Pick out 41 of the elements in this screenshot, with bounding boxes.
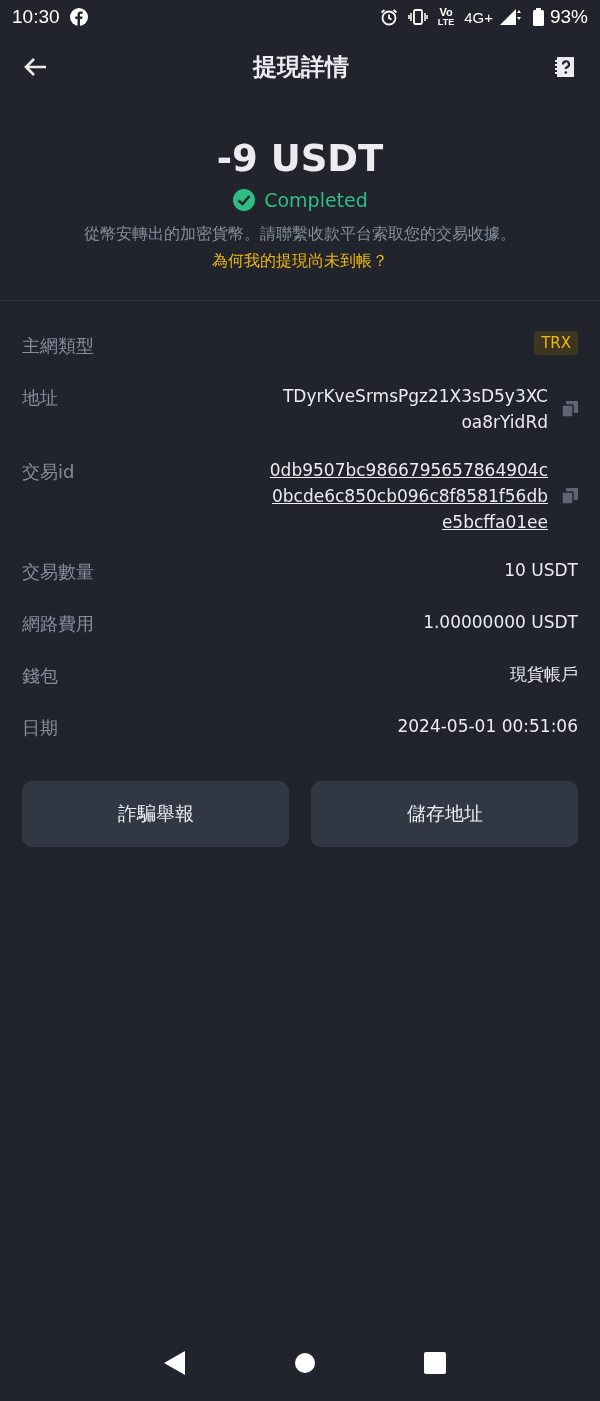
detail-label: 地址 xyxy=(22,386,58,410)
home-icon[interactable] xyxy=(294,1352,316,1374)
network-tag: TRX xyxy=(534,331,578,355)
signal-icon xyxy=(498,8,523,26)
help-link[interactable]: 為何我的提現尚未到帳？ xyxy=(212,251,388,272)
battery-percent: 93% xyxy=(549,6,588,28)
help-document-icon[interactable] xyxy=(554,56,576,78)
detail-label: 主網類型 xyxy=(22,334,94,358)
page-title: 提現詳情 xyxy=(253,52,349,83)
alarm-icon xyxy=(379,8,398,26)
detail-value: TDyrKveSrmsPgz21X3sD5y3XC xyxy=(282,385,548,408)
back-arrow-icon[interactable] xyxy=(24,57,48,77)
action-button[interactable]: 儲存地址 xyxy=(311,781,578,847)
detail-value: 2024-05-01 00:51:06 xyxy=(397,715,578,738)
withdrawal-amount: -9 USDT xyxy=(216,136,384,182)
detail-label: 日期 xyxy=(22,716,58,740)
copy-icon[interactable] xyxy=(562,401,578,417)
description-text: 從幣安轉出的加密貨幣。請聯繫收款平台索取您的交易收據。 xyxy=(84,224,516,245)
detail-value: 10 USDT xyxy=(504,559,578,582)
action-button[interactable]: 詐騙舉報 xyxy=(22,781,289,847)
transaction-link[interactable]: e5bcffa01ee xyxy=(441,509,548,535)
detail-label: 錢包 xyxy=(22,664,58,688)
detail-label: 交易數量 xyxy=(22,560,94,584)
transaction-link[interactable]: 0db9507bc9866795657864904c xyxy=(269,457,548,483)
detail-value: 現貨帳戶 xyxy=(510,663,578,686)
transaction-link[interactable]: 0bcde6c850cb096c8f8581f56db xyxy=(272,483,548,509)
check-circle-icon xyxy=(232,188,257,212)
copy-icon[interactable] xyxy=(562,488,578,504)
lte-label: LTE xyxy=(437,17,455,27)
network-label: 4G+ xyxy=(464,8,493,26)
battery-icon xyxy=(532,8,544,26)
status-time: 10:30 xyxy=(12,6,60,28)
detail-label: 交易id xyxy=(22,460,75,484)
detail-value: 1.00000000 USDT xyxy=(423,611,578,634)
vibrate-icon xyxy=(407,9,428,25)
back-icon[interactable] xyxy=(164,1351,186,1375)
volte-label: Vo xyxy=(439,7,453,17)
detail-value: oa8rYidRd xyxy=(461,411,548,434)
detail-label: 網路費用 xyxy=(22,612,94,636)
facebook-icon xyxy=(69,8,88,26)
status-label: Completed xyxy=(264,189,368,211)
